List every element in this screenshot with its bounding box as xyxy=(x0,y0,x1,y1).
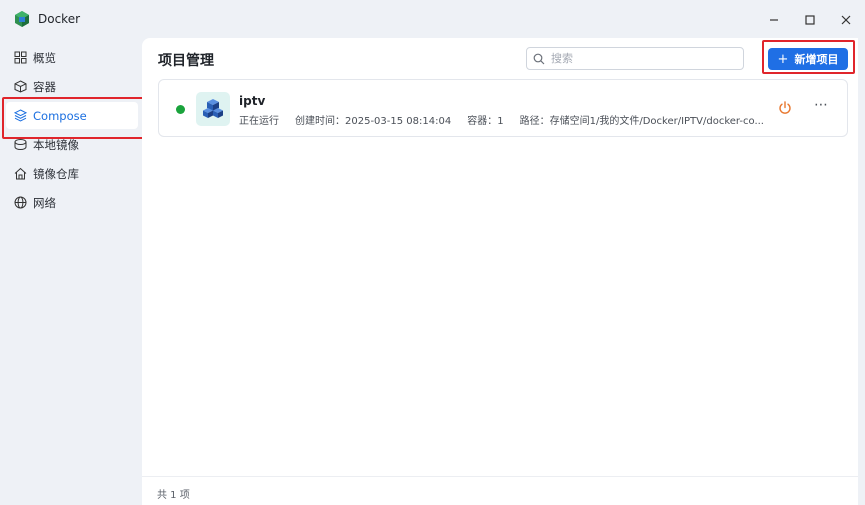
project-card[interactable]: iptv 正在运行 创建时间：2025-03-15 08:14:04 容器：1 … xyxy=(158,79,848,137)
maximize-button[interactable] xyxy=(799,9,821,31)
sidebar-item-label: Compose xyxy=(33,108,87,123)
project-created: 创建时间：2025-03-15 08:14:04 xyxy=(295,116,452,127)
sidebar-item-label: 镜像仓库 xyxy=(33,166,79,181)
sidebar-item-label: 概览 xyxy=(33,50,56,65)
grid-icon xyxy=(14,51,27,64)
sidebar-item-overview[interactable]: 概览 xyxy=(6,44,138,71)
docker-app-icon xyxy=(15,11,29,27)
project-meta: 正在运行 创建时间：2025-03-15 08:14:04 容器：1 路径：存储… xyxy=(239,112,780,127)
project-icon xyxy=(196,92,230,126)
sidebar-item-containers[interactable]: 容器 xyxy=(6,73,138,100)
page-title: 项目管理 xyxy=(158,53,214,69)
drive-icon xyxy=(14,139,27,150)
add-project-button[interactable]: + 新增项目 xyxy=(768,48,848,70)
footer: 共 1 项 xyxy=(142,476,858,505)
sidebar: 概览 容器 Compose 本地镜像 镜像仓库 网络 xyxy=(0,38,142,505)
minimize-button[interactable] xyxy=(763,9,785,31)
close-icon xyxy=(841,15,851,25)
maximize-icon xyxy=(805,15,815,25)
sidebar-item-label: 网络 xyxy=(33,195,56,210)
search-input[interactable] xyxy=(551,52,731,65)
compose-cubes-icon xyxy=(203,99,223,118)
minimize-icon xyxy=(770,19,778,21)
app-title: Docker xyxy=(38,12,81,26)
sidebar-item-registry[interactable]: 镜像仓库 xyxy=(6,160,138,187)
add-project-label: 新增项目 xyxy=(794,53,839,66)
project-containers: 容器：1 xyxy=(467,116,504,127)
cube-icon xyxy=(14,80,27,93)
power-icon[interactable] xyxy=(777,100,793,116)
sidebar-item-label: 本地镜像 xyxy=(33,137,79,152)
running-status-dot xyxy=(176,105,185,114)
main-panel: 项目管理 + 新增项目 iptv 正在运 xyxy=(142,38,858,505)
more-options-icon[interactable]: ⋯ xyxy=(812,98,830,116)
close-button[interactable] xyxy=(835,9,857,31)
plus-icon: + xyxy=(777,51,789,67)
house-icon xyxy=(14,167,27,180)
scrollbar[interactable] xyxy=(858,38,865,505)
item-count: 共 1 项 xyxy=(157,490,190,501)
project-name: iptv xyxy=(239,94,266,108)
sidebar-item-label: 容器 xyxy=(33,79,56,94)
layers-icon xyxy=(14,109,27,122)
title-bar: Docker xyxy=(0,0,865,38)
globe-icon xyxy=(14,196,27,209)
sidebar-item-network[interactable]: 网络 xyxy=(6,189,138,216)
project-path: 路径：存储空间1/我的文件/Docker/IPTV/docker-co... xyxy=(519,116,764,127)
search-icon xyxy=(533,53,545,64)
project-status: 正在运行 xyxy=(239,116,279,127)
search-box[interactable] xyxy=(526,47,744,70)
sidebar-item-compose[interactable]: Compose xyxy=(6,102,138,129)
sidebar-item-local-images[interactable]: 本地镜像 xyxy=(6,131,138,158)
